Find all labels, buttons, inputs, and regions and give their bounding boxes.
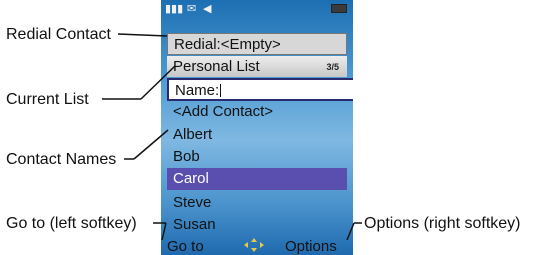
callout-leader-lines: [102, 33, 362, 241]
